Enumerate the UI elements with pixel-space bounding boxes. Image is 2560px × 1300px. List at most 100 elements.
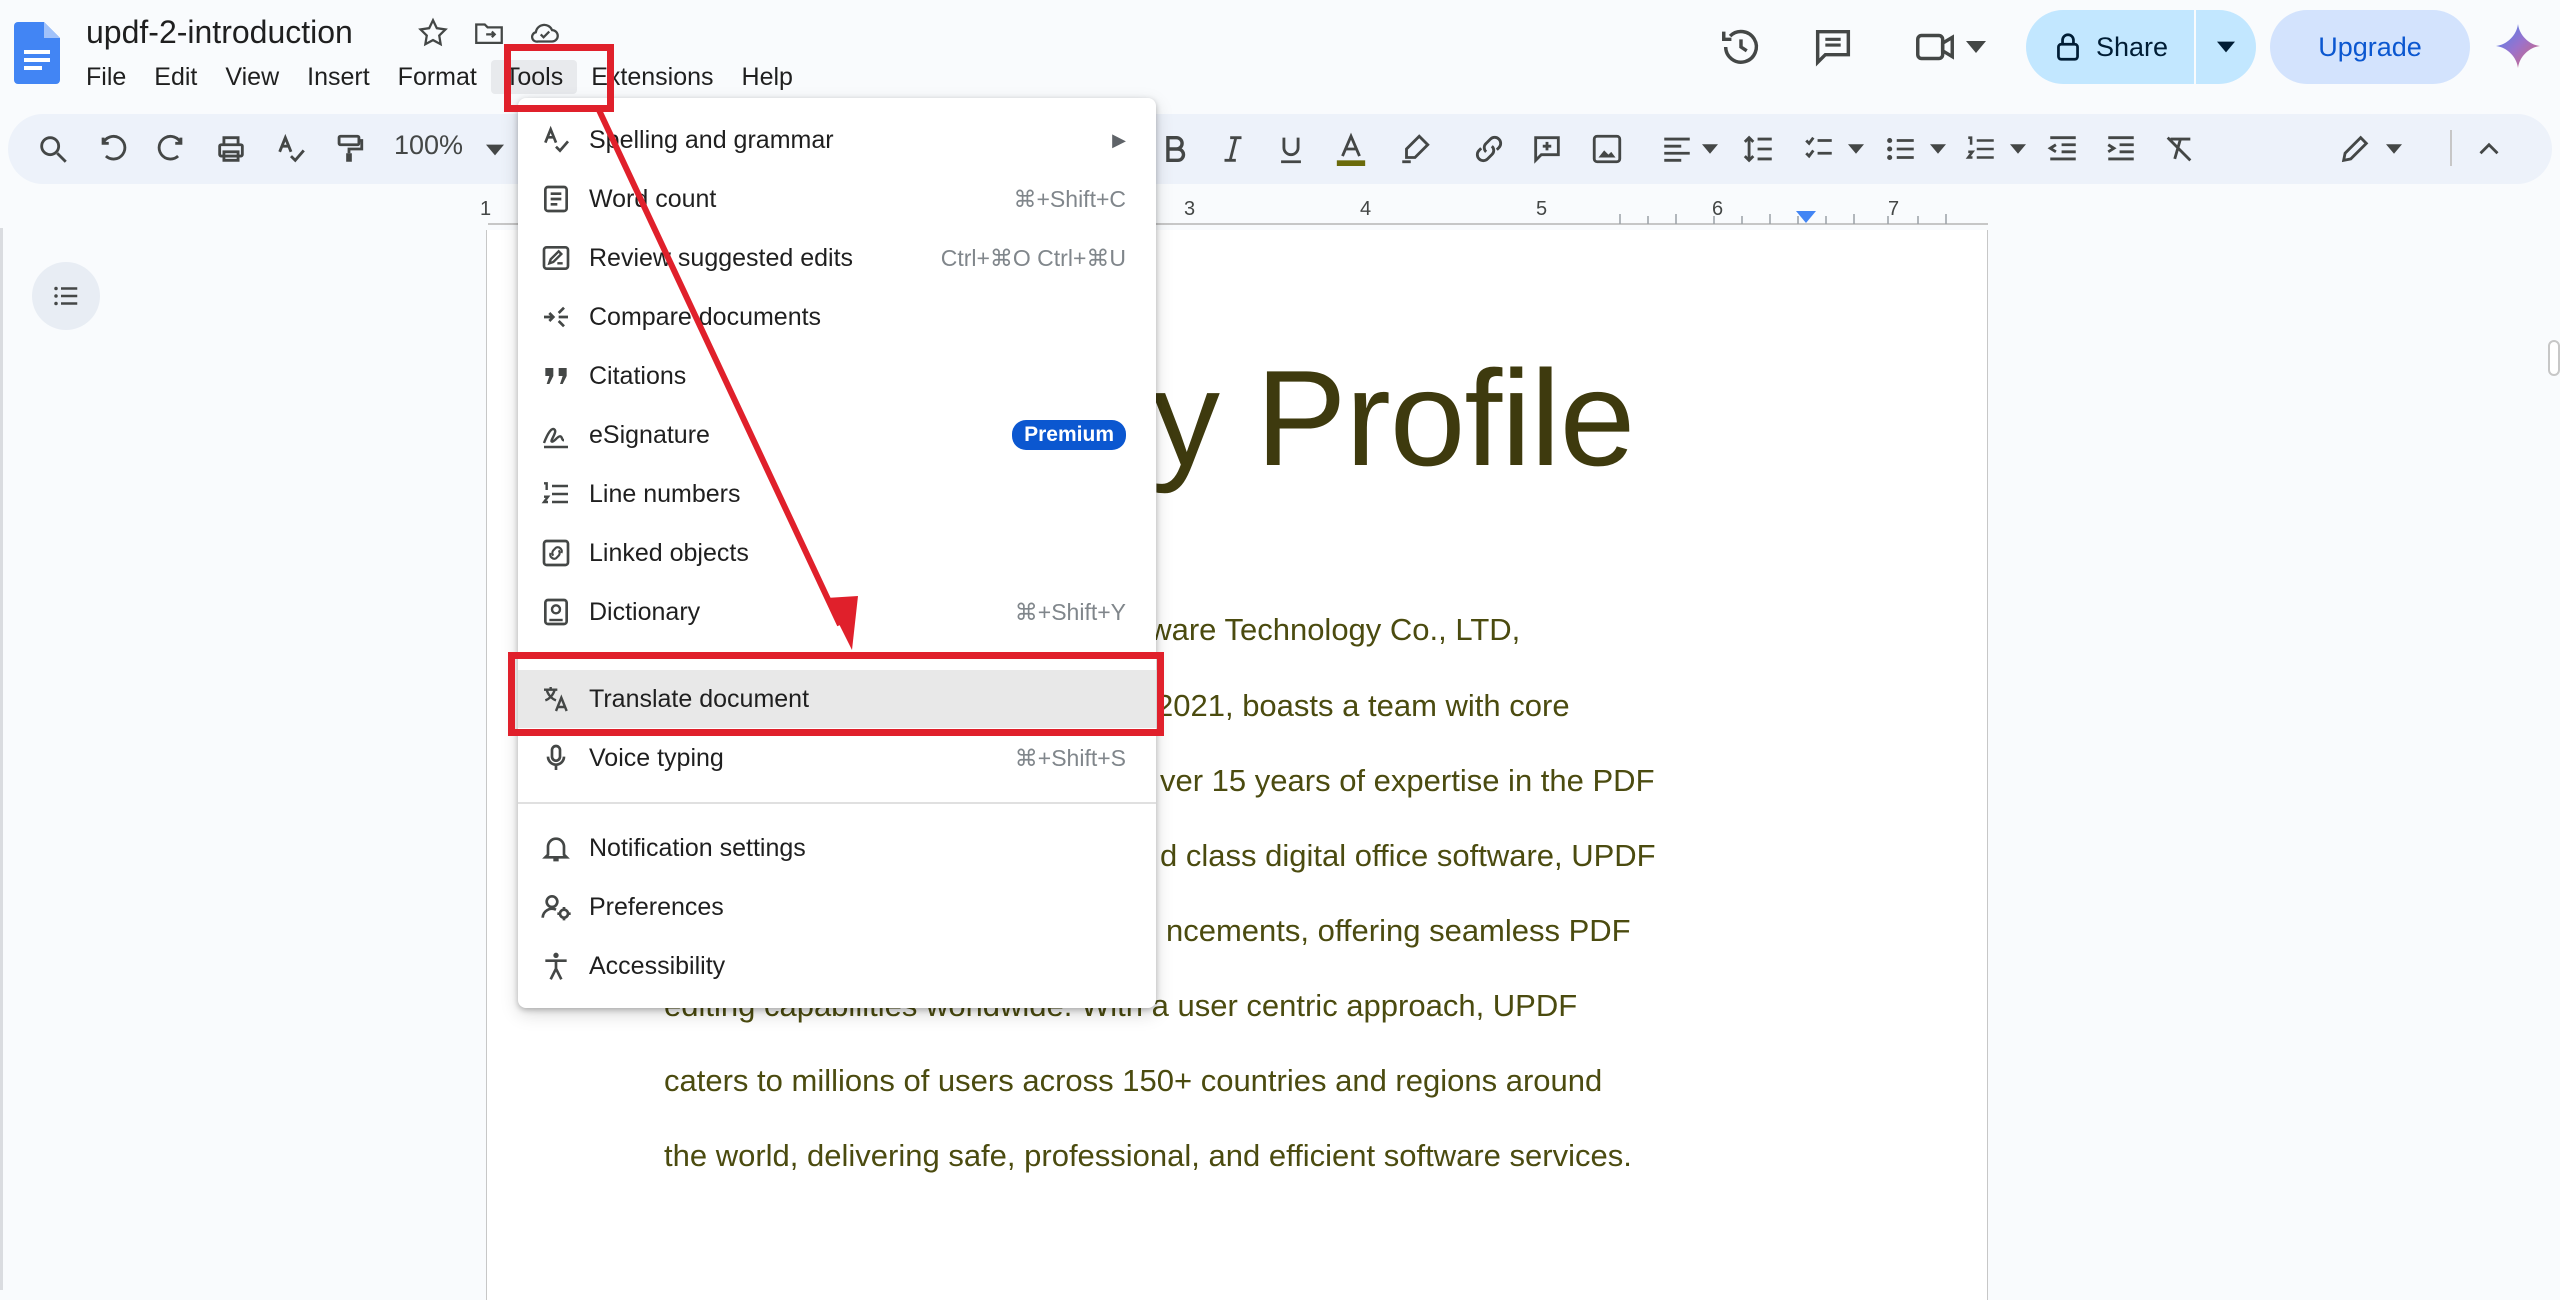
body-text-line[interactable]: ftware Technology Co., LTD, (1132, 612, 1520, 648)
bulleted-dropdown-icon[interactable] (1930, 144, 1946, 154)
spellcheck-icon (544, 125, 570, 153)
menu-insert[interactable]: Insert (293, 60, 384, 94)
comments-icon[interactable] (1810, 24, 1856, 70)
align-left-icon[interactable] (1660, 132, 1694, 166)
body-text-line[interactable]: 2021, boasts a team with core (1156, 688, 1570, 724)
meet-video-icon[interactable] (1912, 24, 1958, 70)
quote-icon (545, 368, 567, 384)
search-menus-icon[interactable] (36, 132, 70, 166)
premium-badge: Premium (1012, 420, 1126, 450)
history-icon[interactable] (1718, 24, 1764, 70)
share-button[interactable]: Share (2026, 10, 2256, 84)
collapse-toolbar-icon[interactable] (2472, 132, 2506, 166)
bold-icon[interactable] (1158, 132, 1192, 166)
microphone-icon (546, 744, 566, 770)
editing-mode-icon[interactable] (2338, 132, 2372, 166)
menu-item-notification-settings[interactable]: Notification settings (518, 819, 1156, 877)
print-icon[interactable] (214, 132, 248, 166)
move-folder-icon[interactable] (472, 16, 506, 50)
translate-highlight-box (508, 652, 1164, 736)
menu-item-citations[interactable]: Citations (518, 347, 1156, 405)
body-text-line[interactable]: ver 15 years of expertise in the PDF (1160, 763, 1655, 799)
document-outline-button[interactable] (32, 262, 100, 330)
menu-format[interactable]: Format (384, 60, 491, 94)
numbered-list-icon[interactable] (1964, 132, 1998, 166)
dictionary-icon (544, 598, 568, 626)
increase-indent-icon[interactable] (2104, 132, 2138, 166)
document-title[interactable]: updf-2-introduction (86, 14, 353, 51)
bell-icon (542, 837, 570, 862)
review-edits-icon (542, 246, 570, 270)
upgrade-button[interactable]: Upgrade (2270, 10, 2470, 84)
menu-item-shortcut: Ctrl+⌘O Ctrl+⌘U (940, 244, 1126, 271)
menu-divider (518, 802, 1156, 804)
submenu-arrow-icon: ▶ (1112, 129, 1126, 150)
text-color-icon[interactable] (1334, 132, 1368, 166)
menu-item-word-count[interactable]: Word count ⌘+Shift+C (518, 170, 1156, 228)
menu-item-linked-objects[interactable]: Linked objects (518, 524, 1156, 582)
checklist-icon[interactable] (1802, 132, 1836, 166)
menu-item-spelling-grammar[interactable]: Spelling and grammar ▶ (518, 111, 1156, 169)
signature-icon (542, 427, 568, 449)
menu-item-dictionary[interactable]: Dictionary ⌘+Shift+Y (518, 583, 1156, 641)
menu-item-line-numbers[interactable]: Line numbers (518, 465, 1156, 523)
right-indent-marker-icon[interactable] (1796, 210, 1816, 224)
clear-formatting-icon[interactable] (2162, 132, 2196, 166)
insert-link-icon[interactable] (1472, 132, 1506, 166)
undo-icon[interactable] (96, 132, 130, 166)
menu-item-label: Accessibility (589, 951, 726, 980)
paint-format-icon[interactable] (332, 132, 366, 166)
scrollbar-thumb[interactable] (2548, 340, 2560, 376)
chevron-down-icon (2217, 41, 2235, 53)
share-dropdown[interactable] (2196, 10, 2256, 84)
menu-item-label: Review suggested edits (589, 243, 854, 272)
insert-image-icon[interactable] (1590, 132, 1624, 166)
compare-icon (544, 306, 568, 328)
align-dropdown-icon[interactable] (1702, 144, 1718, 154)
bulleted-list-icon[interactable] (1884, 132, 1918, 166)
numbered-dropdown-icon[interactable] (2010, 144, 2026, 154)
redo-icon[interactable] (154, 132, 188, 166)
menu-item-esignature[interactable]: eSignature Premium (518, 406, 1156, 464)
editing-mode-dropdown-icon[interactable] (2386, 144, 2402, 154)
menu-item-preferences[interactable]: Preferences (518, 878, 1156, 936)
checklist-dropdown-icon[interactable] (1848, 144, 1864, 154)
menu-item-shortcut: ⌘+Shift+S (1014, 744, 1126, 771)
menu-item-compare-documents[interactable]: Compare documents (518, 288, 1156, 346)
highlight-icon[interactable] (1398, 132, 1432, 166)
menu-item-label: Dictionary (589, 597, 701, 626)
italic-icon[interactable] (1216, 132, 1250, 166)
body-text-line[interactable]: d class digital office software, UPDF (1160, 838, 1656, 874)
ruler-number: 6 (1712, 198, 1724, 220)
body-text-line[interactable]: ncements, offering seamless PDF (1166, 913, 1631, 949)
zoom-select[interactable]: 100% (394, 130, 463, 161)
zoom-dropdown-icon[interactable] (486, 144, 504, 156)
spellcheck-toolbar-icon[interactable] (274, 132, 308, 166)
menu-item-label: Notification settings (589, 833, 806, 862)
outline-list-icon (54, 286, 78, 306)
menu-item-label: Line numbers (589, 479, 741, 508)
menu-item-voice-typing[interactable]: Voice typing ⌘+Shift+S (518, 729, 1156, 787)
ruler-number: 7 (1888, 198, 1900, 220)
lock-icon (2057, 33, 2079, 61)
menu-edit[interactable]: Edit (140, 60, 211, 94)
body-text-line[interactable]: the world, delivering safe, professional… (664, 1138, 1632, 1174)
menu-file[interactable]: File (86, 60, 140, 94)
menu-view[interactable]: View (211, 60, 293, 94)
add-comment-icon[interactable] (1530, 132, 1564, 166)
underline-icon[interactable] (1274, 132, 1308, 166)
decrease-indent-icon[interactable] (2046, 132, 2080, 166)
menu-item-accessibility[interactable]: Accessibility (518, 937, 1156, 995)
body-text-line[interactable]: caters to millions of users across 150+ … (664, 1063, 1602, 1099)
menu-item-review-suggested-edits[interactable]: Review suggested edits Ctrl+⌘O Ctrl+⌘U (518, 229, 1156, 287)
toolbar-divider (2450, 130, 2452, 166)
gemini-icon[interactable] (2494, 22, 2542, 70)
star-icon[interactable] (416, 16, 450, 50)
meet-dropdown-icon[interactable] (1966, 40, 1986, 54)
document-heading[interactable]: y Profile (1152, 340, 1635, 496)
menu-item-shortcut: ⌘+Shift+Y (1014, 598, 1126, 625)
line-spacing-icon[interactable] (1742, 132, 1776, 166)
menu-item-label: Linked objects (589, 538, 749, 567)
menu-help[interactable]: Help (728, 60, 807, 94)
docs-logo-icon[interactable] (14, 22, 60, 84)
